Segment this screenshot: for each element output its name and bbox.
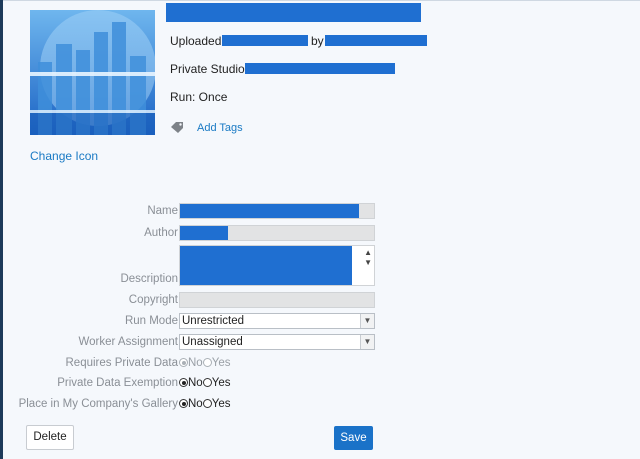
private-data-exemption-label: Private Data Exemption — [57, 377, 178, 389]
worker-assignment-value: Unassigned — [182, 336, 243, 348]
copyright-label: Copyright — [128, 294, 178, 306]
save-button[interactable]: Save — [334, 426, 373, 450]
copyright-field[interactable] — [179, 292, 375, 308]
yes-option-label: Yes — [211, 377, 231, 389]
requires-private-data-label: Requires Private Data — [65, 357, 179, 369]
worker-assignment-select[interactable]: Unassigned ▼ — [179, 334, 375, 350]
yes-option-label: Yes — [211, 398, 231, 410]
top-border — [0, 0, 640, 1]
workflow-icon-thumbnail — [30, 10, 155, 135]
private-studio-label: Private Studio: — [170, 62, 249, 76]
scroll-down-icon[interactable]: ▼ — [364, 258, 372, 268]
requires-private-data-no-radio[interactable] — [179, 358, 188, 367]
private-data-exemption-no-radio[interactable] — [179, 378, 188, 387]
redacted-name-value — [180, 204, 359, 218]
chevron-down-icon[interactable]: ▼ — [360, 314, 374, 328]
by-label: by — [311, 34, 324, 48]
add-tags-link[interactable]: Add Tags — [197, 122, 243, 134]
name-field[interactable] — [179, 203, 375, 219]
author-field[interactable] — [179, 225, 375, 241]
redacted-upload-date — [222, 35, 308, 46]
requires-private-data-yes-radio[interactable] — [202, 358, 212, 367]
private-data-exemption-yes-radio[interactable] — [202, 378, 212, 387]
private-data-exemption-options: No Yes — [179, 376, 230, 390]
tag-icon — [171, 122, 183, 133]
description-label: Description — [120, 273, 178, 285]
scroll-up-icon[interactable]: ▲ — [364, 248, 372, 258]
run-mode-label: Run Mode — [124, 315, 178, 327]
company-gallery-label: Place in My Company's Gallery — [18, 398, 178, 410]
no-option-label: No — [188, 398, 203, 410]
redacted-author-value — [180, 226, 228, 240]
requires-private-data-options: No Yes — [179, 356, 230, 370]
delete-button[interactable]: Delete — [26, 425, 74, 450]
redacted-title — [166, 3, 421, 22]
yes-option-label: Yes — [211, 357, 231, 369]
textarea-scroll-arrows[interactable]: ▲ ▼ — [364, 248, 372, 268]
chevron-down-icon[interactable]: ▼ — [360, 335, 374, 349]
company-gallery-options: No Yes — [179, 397, 230, 411]
worker-assignment-label: Worker Assignment — [78, 336, 179, 348]
redacted-description-value — [180, 246, 352, 285]
redacted-studio-name — [245, 63, 395, 74]
uploaded-label: Uploaded: — [170, 34, 225, 48]
run-info: Run: Once — [170, 90, 228, 104]
author-label: Author — [144, 227, 178, 239]
city-skyline-icon — [30, 10, 155, 135]
no-option-label: No — [188, 357, 203, 369]
run-mode-select[interactable]: Unrestricted ▼ — [179, 313, 375, 329]
company-gallery-no-radio[interactable] — [179, 399, 188, 408]
name-label: Name — [147, 205, 178, 217]
no-option-label: No — [188, 377, 203, 389]
company-gallery-yes-radio[interactable] — [202, 399, 212, 408]
redacted-uploader — [325, 35, 427, 46]
run-mode-value: Unrestricted — [182, 315, 244, 327]
change-icon-link[interactable]: Change Icon — [30, 149, 98, 163]
description-textarea[interactable]: ▲ ▼ — [179, 245, 375, 286]
